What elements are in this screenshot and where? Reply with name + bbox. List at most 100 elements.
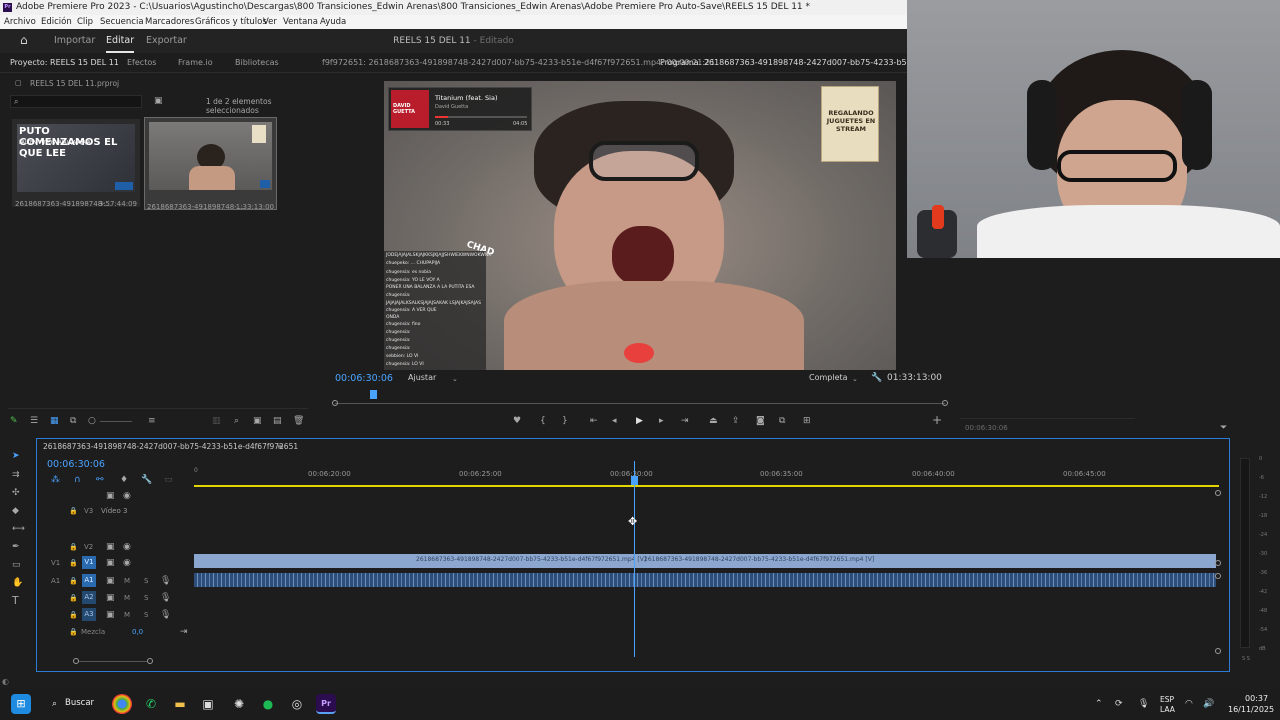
playhead-handle[interactable] xyxy=(631,476,638,485)
toggle-sync-icon[interactable]: ▣ xyxy=(106,593,115,603)
track-target-v1[interactable]: V1 xyxy=(82,556,96,569)
multicam-icon[interactable]: ⊞ xyxy=(803,416,811,426)
source-monitor-label[interactable]: f9f972651: 2618687363-491898748-2427d007… xyxy=(322,53,715,73)
track-target-a3[interactable]: A3 xyxy=(82,608,96,621)
ripple-edit-tool-icon[interactable]: ✣ xyxy=(12,488,20,498)
eye-icon[interactable]: ◉ xyxy=(123,542,131,552)
hand-tool-icon[interactable]: ✋ xyxy=(12,578,23,588)
sort-icon[interactable]: ≡ xyxy=(148,416,156,426)
menu-archivo[interactable]: Archivo xyxy=(4,15,36,29)
rectangle-tool-icon[interactable]: ▭ xyxy=(12,560,21,570)
scroll-handle[interactable] xyxy=(1215,490,1221,496)
toggle-sync-icon[interactable]: ▣ xyxy=(106,576,115,586)
media-item-1[interactable]: PUTO COMENZAMOS EL QUE LEE FALTEN PUTOS … xyxy=(12,119,140,208)
freeform-view-icon[interactable]: ⧉ xyxy=(70,416,76,426)
search-button[interactable]: ⌕ Buscar xyxy=(48,694,98,714)
language-indicator[interactable]: ESP xyxy=(1160,695,1174,704)
lock-icon[interactable]: 🔒 xyxy=(69,542,78,552)
extract-icon[interactable]: ⇪ xyxy=(732,416,740,426)
program-scrub-bar[interactable] xyxy=(335,403,945,404)
menu-graficos[interactable]: Gráficos y títulos xyxy=(195,15,267,29)
zoom-slider[interactable] xyxy=(100,421,132,422)
volume-icon[interactable]: 🔊 xyxy=(1203,699,1214,709)
new-item-icon[interactable]: ▤ xyxy=(273,416,282,426)
marker-icon[interactable]: ♥ xyxy=(513,416,521,426)
wifi-icon[interactable]: ◠ xyxy=(1185,699,1193,709)
track-target-a2[interactable]: A2 xyxy=(82,591,96,604)
eye-icon[interactable]: ◉ xyxy=(123,558,131,568)
lock-icon[interactable]: 🔒 xyxy=(69,593,78,603)
play-icon[interactable]: ▶ xyxy=(636,416,643,426)
timeline-timecode[interactable]: 00:06:30:06 xyxy=(47,459,105,470)
step-back-icon[interactable]: ◂ xyxy=(612,416,617,426)
toggle-sync-icon[interactable]: ▣ xyxy=(106,542,115,552)
automate-icon[interactable]: ▥ xyxy=(212,416,221,426)
mix-value[interactable]: 0,0 xyxy=(132,628,143,636)
chrome-alt-icon[interactable]: ◎ xyxy=(287,694,307,714)
program-monitor-label[interactable]: Programa: 2618687363-491898748-2427d007-… xyxy=(660,53,908,73)
add-button-icon[interactable]: + xyxy=(932,414,942,426)
scroll-handle[interactable] xyxy=(1215,648,1221,654)
slip-tool-icon[interactable]: ⟷ xyxy=(12,524,25,534)
microphone-icon[interactable]: 🎙 xyxy=(1138,699,1149,709)
zoom-scrollbar[interactable] xyxy=(79,661,147,662)
meter-solo-buttons[interactable]: S S xyxy=(1242,656,1250,662)
lock-icon[interactable]: 🔒 xyxy=(69,627,78,637)
tab-efectos[interactable]: Efectos xyxy=(127,53,156,73)
lift-icon[interactable]: ⏏ xyxy=(709,416,718,426)
go-to-end-icon[interactable]: ⇥ xyxy=(180,627,188,637)
sync-icon[interactable]: ⟳ xyxy=(1115,699,1123,709)
mute-button[interactable]: M xyxy=(124,611,130,619)
type-tool-icon[interactable]: T xyxy=(12,595,19,606)
lock-icon[interactable]: 🔒 xyxy=(69,506,78,516)
solo-button[interactable]: S xyxy=(144,594,148,602)
media-item-2-selected[interactable]: 2618687363-491898748-... 1:33:13:00 xyxy=(144,117,277,211)
new-bin-icon[interactable]: ▣ xyxy=(154,96,163,106)
folder-icon[interactable]: ▬ xyxy=(170,694,190,714)
quality-dropdown[interactable]: Completa xyxy=(809,373,848,382)
menu-marcadores[interactable]: Marcadores xyxy=(145,15,194,29)
add-marker-icon[interactable]: ♦ xyxy=(120,475,128,485)
go-to-in-icon[interactable]: ⇤ xyxy=(590,416,598,426)
solo-button[interactable]: S xyxy=(144,611,148,619)
track-select-tool-icon[interactable]: ⇉ xyxy=(12,470,20,480)
list-view-icon[interactable]: ☰ xyxy=(30,416,38,426)
time-ruler[interactable]: 0 00:06:20:00 00:06:25:00 00:06:30:00 00… xyxy=(194,459,1218,485)
microphone-icon[interactable]: 🎙 xyxy=(160,576,171,586)
microphone-icon[interactable]: 🎙 xyxy=(160,610,171,620)
captions-icon[interactable]: ▭ xyxy=(164,475,173,485)
search-input[interactable]: ⌕ xyxy=(10,95,142,108)
menu-ayuda[interactable]: Ayuda xyxy=(320,15,346,29)
premiere-taskbar-icon[interactable]: Pr xyxy=(316,694,336,714)
camera-icon[interactable]: ◙ xyxy=(756,416,765,426)
menu-clip[interactable]: Clip xyxy=(77,15,93,29)
icon-view-icon[interactable]: ▦ xyxy=(50,416,59,426)
work-area-bar[interactable] xyxy=(194,485,1219,487)
snap-icon[interactable]: ∩ xyxy=(74,475,81,485)
video-clip-v1[interactable]: 2618687363-491898748-2427d007-bb75-4233-… xyxy=(194,554,1216,568)
whatsapp-icon[interactable]: ✆ xyxy=(141,694,161,714)
scrub-start-handle[interactable] xyxy=(332,400,338,406)
fit-dropdown[interactable]: Ajustar xyxy=(408,373,436,382)
app-icon[interactable]: ▣ xyxy=(198,694,218,714)
lock-icon[interactable]: 🔒 xyxy=(69,576,78,586)
menu-secuencia[interactable]: Secuencia xyxy=(100,15,144,29)
comparison-view-icon[interactable]: ⧉ xyxy=(779,416,785,426)
chatgpt-icon[interactable]: ✺ xyxy=(229,694,249,714)
nest-icon[interactable]: ⁂ xyxy=(51,475,60,485)
tab-proyecto[interactable]: Proyecto: REELS 15 DEL 11 xyxy=(10,53,119,73)
wrench-icon[interactable]: 🔧 xyxy=(871,373,882,383)
toggle-sync-icon[interactable]: ▣ xyxy=(106,491,115,501)
zoom-slider-handle[interactable]: ○ xyxy=(88,416,96,426)
go-to-out-icon[interactable]: ⇥ xyxy=(681,416,689,426)
filter-icon[interactable]: ⏷ xyxy=(1220,423,1227,433)
new-bin-icon[interactable]: ▣ xyxy=(253,416,262,426)
sequence-tab[interactable]: 2618687363-491898748-2427d007-bb75-4233-… xyxy=(43,442,298,451)
tab-bibliotecas[interactable]: Bibliotecas xyxy=(235,53,279,73)
mute-button[interactable]: M xyxy=(124,577,130,585)
linked-selection-icon[interactable]: ⚯ xyxy=(96,475,104,485)
menu-ver[interactable]: Ver xyxy=(263,15,277,29)
program-timecode[interactable]: 00:06:30:06 xyxy=(335,373,393,384)
pencil-icon[interactable]: ✎ xyxy=(10,416,18,426)
playhead-marker[interactable] xyxy=(370,390,377,399)
